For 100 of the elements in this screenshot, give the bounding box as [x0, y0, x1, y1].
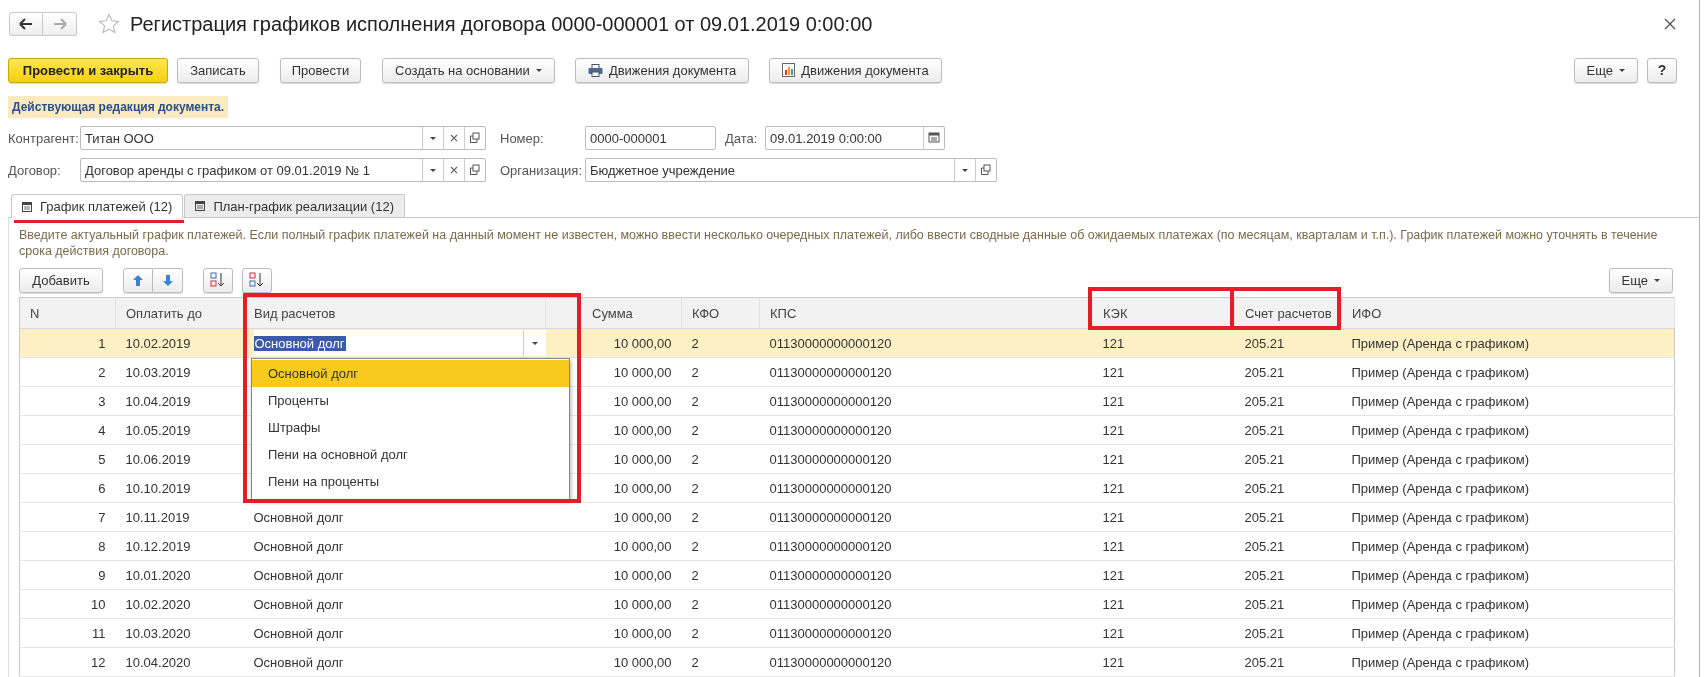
table-cell: 2	[19, 357, 116, 387]
move-down-button[interactable]	[153, 267, 183, 293]
more-button[interactable]: Еще	[1573, 57, 1638, 83]
caret-icon	[1654, 278, 1660, 282]
table-cell: 205.21	[1234, 618, 1342, 648]
table-cell: 10 000,00	[545, 502, 682, 532]
window-title: Регистрация графиков исполнения договора 0000-000001 от 09.01.2019 0:00:00	[130, 12, 873, 36]
field-label: Договор:	[8, 162, 62, 178]
table-cell: 10.03.2019	[115, 357, 244, 387]
table-cell: Пример (Аренда с графиком)	[1341, 328, 1675, 358]
more-button[interactable]: Еще	[1608, 267, 1673, 293]
table-cell: Основной долг	[243, 647, 546, 677]
value-field[interactable]: Основной долг	[253, 330, 546, 356]
field-label: Дата:	[725, 130, 759, 146]
table-cell: 10.01.2020	[115, 560, 244, 590]
star-icon[interactable]	[98, 13, 120, 35]
table-cell: 01130000000000120	[759, 444, 1093, 474]
table-cell: Основной долг	[243, 589, 546, 619]
table-cell: 01130000000000120	[759, 502, 1093, 532]
table-cell: 205.21	[1234, 589, 1342, 619]
table-cell: 10 000,00	[545, 589, 682, 619]
table-cell: 2	[681, 444, 760, 474]
table-cell: Пример (Аренда с графиком)	[1341, 589, 1675, 619]
report-icon	[782, 63, 796, 77]
column-header[interactable]: КФО	[681, 297, 760, 329]
column-header[interactable]: Сумма	[545, 297, 682, 329]
table-cell: 10.04.2019	[115, 386, 244, 416]
tab[interactable]: План-график реализации (12)	[184, 194, 405, 217]
table-cell: 10.02.2020	[115, 589, 244, 619]
table-cell: 121	[1092, 386, 1235, 416]
table-cell: 01130000000000120	[759, 415, 1093, 445]
table-cell: 205.21	[1234, 531, 1342, 561]
table-cell: 121	[1092, 502, 1235, 532]
table-cell: 121	[1092, 647, 1235, 677]
organization-field[interactable]: Бюджетное учреждение	[585, 158, 997, 182]
table-cell: 121	[1092, 618, 1235, 648]
counterparty-field[interactable]: Титан ООО	[80, 126, 486, 150]
table-cell: Пример (Аренда с графиком)	[1341, 473, 1675, 503]
toolbar-button[interactable]: Провести	[280, 57, 361, 83]
table-cell: 2	[681, 328, 760, 358]
post-and-close-button[interactable]: Провести и закрыть	[8, 57, 168, 83]
field-label: Организация:	[500, 162, 584, 178]
table-cell: 205.21	[1234, 357, 1342, 387]
table-cell: 10 000,00	[545, 560, 682, 590]
table-cell: 01130000000000120	[759, 531, 1093, 561]
toolbar-button[interactable]: Создать на основании	[382, 57, 555, 83]
table-cell: Пример (Аренда с графиком)	[1341, 647, 1675, 677]
toolbar-button[interactable]: Движения документа	[769, 57, 942, 83]
table-cell: 8	[19, 531, 116, 561]
back-arrow-icon	[19, 18, 33, 30]
table-cell: 12	[19, 647, 116, 677]
table-cell: 121	[1092, 589, 1235, 619]
table-cell: 01130000000000120	[759, 328, 1093, 358]
table-cell: 10.12.2019	[115, 531, 244, 561]
close-icon[interactable]	[1664, 18, 1676, 30]
number-field[interactable]: 0000-000001	[585, 126, 716, 150]
table-cell: 2	[681, 502, 760, 532]
table-cell: 11	[19, 618, 116, 648]
table-cell: 01130000000000120	[759, 473, 1093, 503]
arrow-down-icon	[161, 273, 174, 287]
table-cell: 10 000,00	[545, 531, 682, 561]
contract-field[interactable]: Договор аренды с графиком от 09.01.2019 № 1	[80, 158, 486, 182]
table-cell: 2	[681, 647, 760, 677]
table-cell: Пример (Аренда с графиком)	[1341, 618, 1675, 648]
table-cell: 01130000000000120	[759, 618, 1093, 648]
table-cell: Основной долг	[243, 531, 546, 561]
date-field[interactable]: 09.01.2019 0:00:00	[765, 126, 945, 150]
table-cell: 205.21	[1234, 328, 1342, 358]
help-button[interactable]: ?	[1647, 57, 1677, 83]
arrow-up-icon	[132, 273, 144, 287]
calendar-icon	[22, 201, 32, 212]
table-cell: Основной долг	[243, 502, 546, 532]
back-button[interactable]	[9, 12, 43, 36]
table-cell: Основной долг	[243, 618, 546, 648]
move-up-button[interactable]	[123, 267, 153, 293]
table-cell: 121	[1092, 531, 1235, 561]
table-cell: 01130000000000120	[759, 386, 1093, 416]
column-header[interactable]: ИФО	[1341, 297, 1675, 329]
table-cell: Пример (Аренда с графиком)	[1341, 415, 1675, 445]
toolbar-button[interactable]: Записать	[177, 57, 259, 83]
table-cell: Пример (Аренда с графиком)	[1341, 560, 1675, 590]
table-cell: 2	[681, 618, 760, 648]
add-button[interactable]: Добавить	[19, 267, 103, 293]
table-cell: 5	[19, 444, 116, 474]
column-header[interactable]: Оплатить до	[115, 297, 244, 329]
table-cell: 2	[681, 415, 760, 445]
hint-text: Введите актуальный график платежей. Если полный график платежей на данный момент не известен, можно ввести несколько очередных платежей, либо ввести сводные данные об ожидаемых платежах (по месяцам, кварталам и т.п.). График платежей можно уточнять в течение срока действия договора.	[19, 227, 1659, 259]
dropdown-option[interactable]: Основной долг	[252, 360, 569, 387]
table-cell: 2	[681, 589, 760, 619]
table-cell: 205.21	[1234, 560, 1342, 590]
column-header[interactable]: N	[19, 297, 116, 329]
table-cell: 6	[19, 473, 116, 503]
table-cell: Пример (Аренда с графиком)	[1341, 531, 1675, 561]
column-header[interactable]: КПС	[759, 297, 1093, 329]
sort-descending-button[interactable]	[242, 267, 272, 293]
table-cell: 10 000,00	[545, 618, 682, 648]
printer-icon	[587, 63, 603, 77]
table-cell: 10.11.2019	[115, 502, 244, 532]
toolbar-button[interactable]: Движения документа	[574, 57, 750, 83]
sort-ascending-button[interactable]	[203, 267, 233, 293]
